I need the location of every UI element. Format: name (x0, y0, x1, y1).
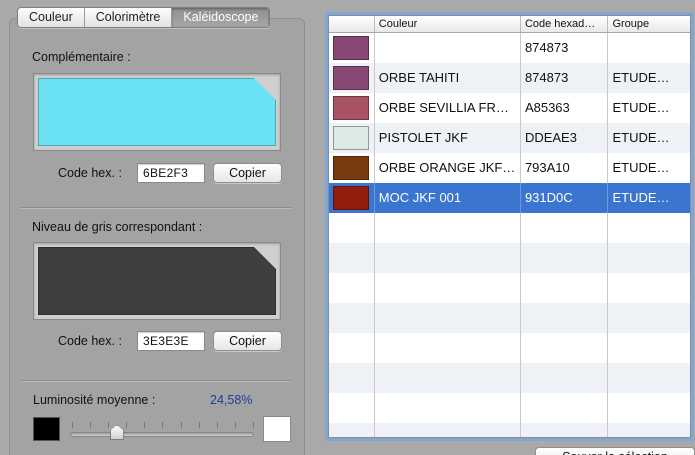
luminosity-white-swatch (263, 416, 291, 442)
view-tabs: Couleur Colorimètre Kaléidoscope (17, 7, 271, 28)
color-table[interactable]: Couleur Code hexad… Groupe 874873 ORBE TA… (328, 15, 691, 438)
empty-table-row (329, 363, 690, 393)
row-group: ETUDE… (612, 160, 670, 175)
grayscale-swatch (38, 247, 276, 315)
grayscale-hex-label: Code hex. : (58, 334, 122, 348)
row-hex-code: 931D0C (521, 183, 609, 213)
color-chip (333, 96, 369, 120)
row-color-name: MOC JKF 001 (375, 183, 521, 213)
color-chip (333, 126, 369, 150)
row-hex-code: 793A10 (521, 153, 609, 183)
row-color-name: ORBE ORANGE JKF… (375, 153, 521, 183)
row-hex-code: 874873 (521, 63, 609, 93)
row-group: ETUDE… (612, 130, 670, 145)
empty-table-row (329, 303, 690, 333)
empty-table-row (329, 243, 690, 273)
complementary-hex-field[interactable]: 6BE2F3 (137, 163, 205, 183)
row-group (608, 33, 690, 63)
color-chip (333, 36, 369, 60)
table-header: Couleur Code hexad… Groupe (329, 16, 690, 33)
table-row[interactable]: MOC JKF 001 931D0C ETUDE… (329, 183, 690, 213)
column-header-groupe[interactable]: Groupe (608, 16, 690, 32)
save-selection-button[interactable]: Sauver la sélection (535, 447, 695, 455)
column-header-couleur[interactable]: Couleur (375, 16, 521, 32)
color-chip (333, 156, 369, 180)
tab-couleur[interactable]: Couleur (18, 8, 85, 27)
complementary-hex-label: Code hex. : (58, 166, 122, 180)
section-divider (21, 380, 291, 382)
table-body: 874873 ORBE TAHITI 874873 ETUDE… ORBE SEVILL… (329, 33, 690, 437)
tab-colorimetre[interactable]: Colorimètre (85, 8, 173, 27)
row-hex-code: A85363 (521, 93, 609, 123)
row-swatch (329, 123, 375, 153)
row-swatch (329, 33, 375, 63)
row-group: ETUDE… (612, 100, 670, 115)
color-chip (333, 66, 369, 90)
complementary-copy-button[interactable]: Copier (213, 163, 282, 183)
complementary-swatch-well[interactable] (33, 73, 281, 151)
empty-table-row (329, 333, 690, 363)
luminosity-slider-track[interactable] (70, 432, 254, 437)
column-header-swatch[interactable] (329, 16, 375, 32)
row-swatch (329, 183, 375, 213)
row-swatch (329, 153, 375, 183)
empty-table-row (329, 393, 690, 423)
empty-table-row (329, 423, 690, 437)
row-swatch (329, 63, 375, 93)
complementary-label: Complémentaire : (32, 50, 131, 64)
row-color-name: ORBE TAHITI (375, 63, 521, 93)
tab-kaleidoscope[interactable]: Kaléidoscope (172, 8, 270, 27)
table-row[interactable]: ORBE TAHITI 874873 ETUDE… (329, 63, 690, 93)
row-hex-code: 874873 (521, 33, 609, 63)
grayscale-swatch-well[interactable] (33, 242, 281, 320)
empty-table-row (329, 273, 690, 303)
luminosity-slider-ticks (72, 422, 254, 428)
luminosity-label: Luminosité moyenne : (33, 393, 156, 407)
luminosity-value: 24,58% (210, 393, 253, 407)
table-row[interactable]: ORBE SEVILLIA FR… A85363 ETUDE… (329, 93, 690, 123)
row-hex-code: DDEAE3 (521, 123, 609, 153)
row-color-name: PISTOLET JKF (375, 123, 521, 153)
color-chip (333, 186, 369, 210)
luminosity-black-swatch (33, 417, 60, 441)
grayscale-label: Niveau de gris correspondant : (32, 220, 203, 234)
row-group: ETUDE… (612, 190, 670, 205)
row-group: ETUDE… (612, 70, 670, 85)
complementary-swatch (38, 78, 276, 146)
empty-table-row (329, 213, 690, 243)
grayscale-copy-button[interactable]: Copier (213, 331, 282, 351)
grayscale-hex-field[interactable]: 3E3E3E (137, 331, 205, 351)
row-color-name: ORBE SEVILLIA FR… (375, 93, 521, 123)
table-row[interactable]: PISTOLET JKF DDEAE3 ETUDE… (329, 123, 690, 153)
table-row[interactable]: 874873 (329, 33, 690, 63)
row-swatch (329, 93, 375, 123)
column-header-code-hex[interactable]: Code hexad… (521, 16, 609, 32)
section-divider (21, 207, 291, 209)
table-row[interactable]: ORBE ORANGE JKF… 793A10 ETUDE… (329, 153, 690, 183)
row-color-name (375, 33, 521, 63)
